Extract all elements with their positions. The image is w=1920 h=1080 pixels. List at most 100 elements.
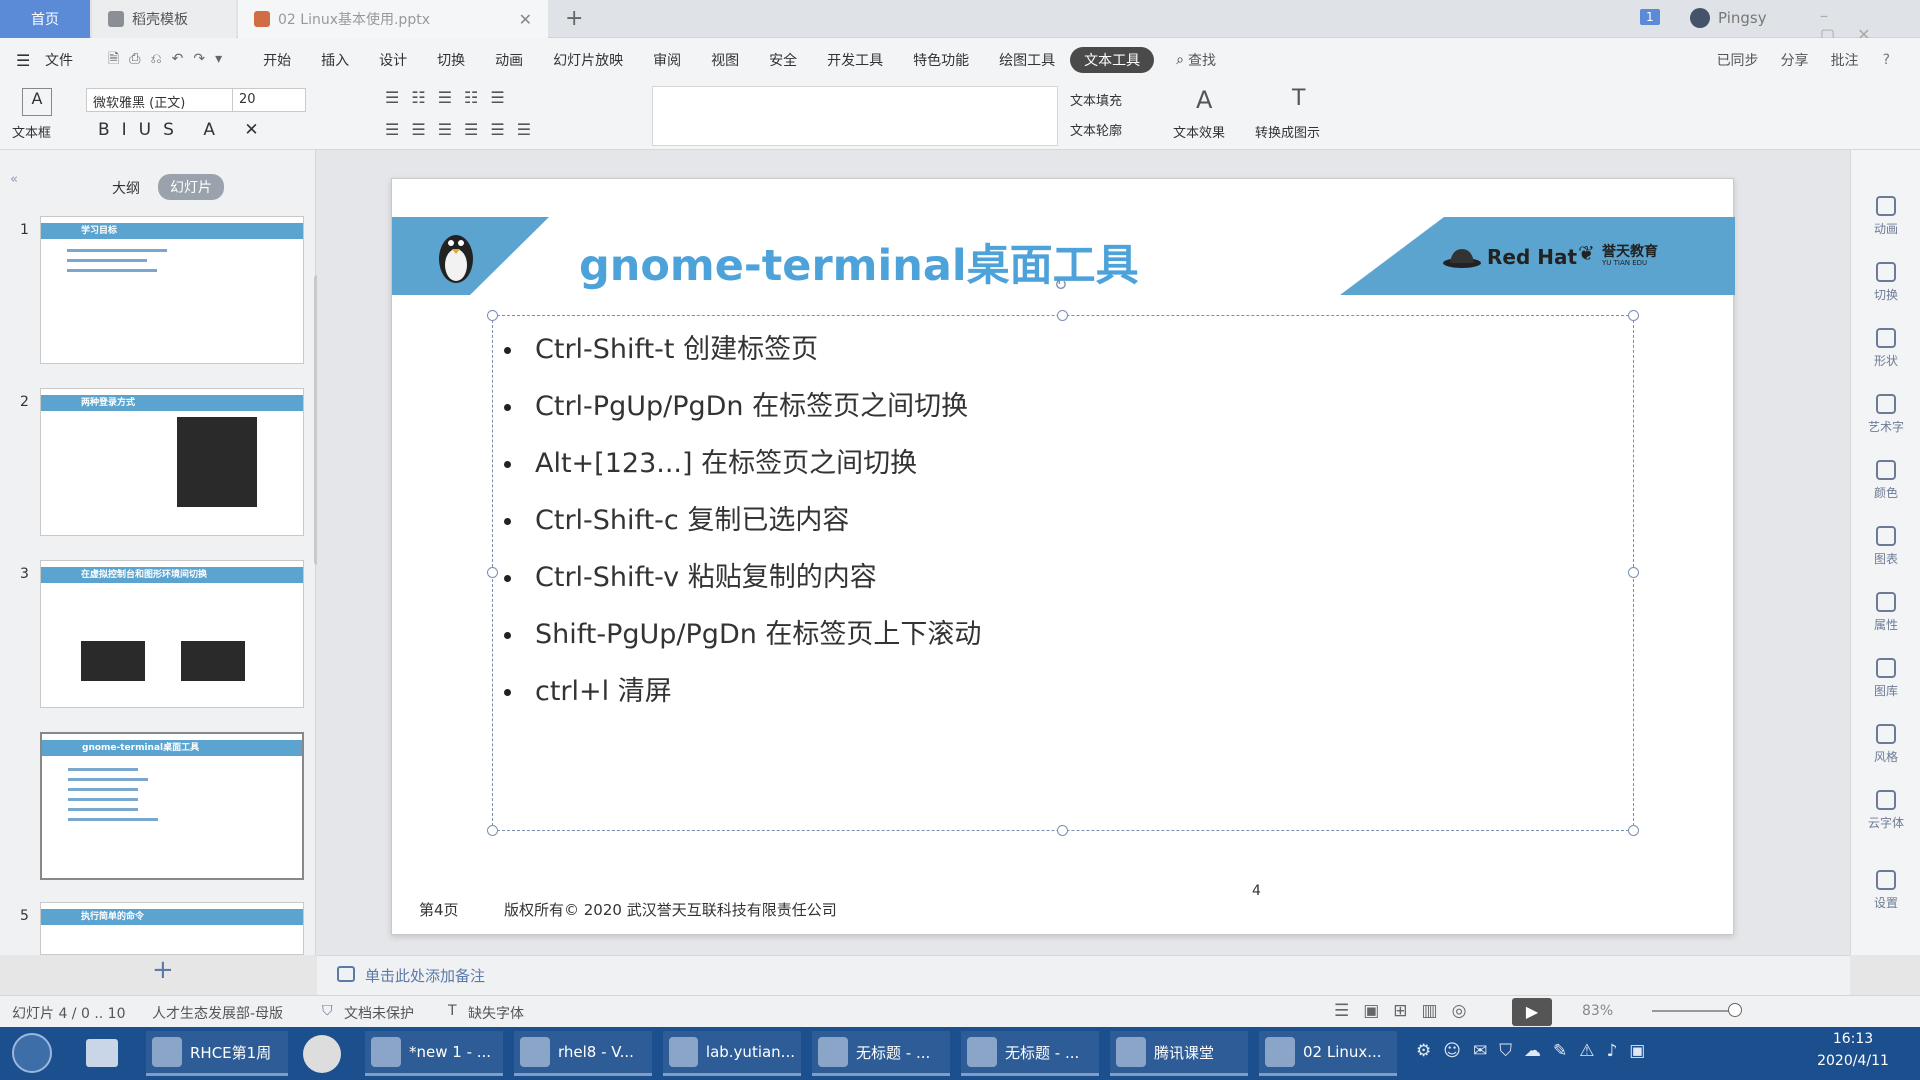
start-button[interactable] [12,1033,52,1073]
rotate-handle-icon[interactable]: ↻ [1054,275,1067,294]
taskbar-app[interactable]: rhel8 - V... [514,1031,652,1076]
text-effect-button[interactable]: 文本效果 [1173,122,1225,141]
menu-text-tools[interactable]: 文本工具 [1070,47,1155,73]
desktop-icon[interactable] [86,1039,118,1067]
settings-tool[interactable]: 设置 [1851,870,1920,911]
menu-transition[interactable]: 切换 [422,50,480,70]
paragraph-buttons[interactable]: ☰☷☰☷☰ [385,88,517,107]
window-count-badge[interactable]: 1 [1640,9,1660,25]
slide-thumbnail-2[interactable]: 两种登录方式 [40,388,304,536]
menu-home[interactable]: 开始 [248,50,306,70]
menu-insert[interactable]: 插入 [306,50,364,70]
taskbar-app[interactable]: lab.yutian... [663,1031,801,1076]
text-fill-button[interactable]: 文本填充 [1070,90,1122,109]
bullet-item[interactable]: Shift-PgUp/PgDn 在标签页上下滚动 [504,612,981,651]
font-name-select[interactable]: 微软雅黑 (正文) [86,88,236,112]
resize-handle[interactable] [1628,310,1639,321]
collapse-panel-icon[interactable]: « [10,172,18,187]
bullet-item[interactable]: Ctrl-Shift-c 复制已选内容 [504,498,849,537]
resize-handle[interactable] [487,310,498,321]
property-tool[interactable]: 属性 [1851,592,1920,633]
zoom-slider[interactable] [1652,1010,1736,1012]
app-s-icon[interactable] [303,1035,341,1073]
transition-tool[interactable]: 切换 [1851,262,1920,303]
convert-smartart-button[interactable]: 转换成图示 [1255,122,1320,141]
resize-handle[interactable] [1628,825,1639,836]
help-icon[interactable]: ? [1883,52,1890,68]
textbox-button[interactable]: 文本框 [12,122,51,141]
menu-review[interactable]: 审阅 [638,50,696,70]
protect-status[interactable]: 文档未保护 [344,1003,414,1023]
system-tray-icons[interactable]: ⚙☺✉⛉☁✎⚠♪▣ [1416,1041,1657,1061]
taskbar-app[interactable]: 无标题 - ... [812,1031,950,1076]
taskbar-app[interactable]: 无标题 - ... [961,1031,1099,1076]
zoom-level[interactable]: 83% [1582,1003,1613,1019]
cloud-font-tool[interactable]: 云字体 [1851,790,1920,831]
wordart-tool[interactable]: 艺术字 [1851,394,1920,435]
menu-developer[interactable]: 开发工具 [812,50,898,70]
bullet-item[interactable]: Ctrl-Shift-t 创建标签页 [504,327,818,366]
quick-access-icons[interactable]: 🗎⎙⎌↶↷▾ [108,48,232,72]
bullet-item[interactable]: ctrl+l 清屏 [504,669,672,708]
theme-name[interactable]: 人才生态发展部-母版 [152,1003,283,1023]
add-slide-icon[interactable]: + [152,955,174,985]
close-icon[interactable]: ✕ [519,10,532,29]
resize-handle[interactable] [1057,825,1068,836]
user-name[interactable]: Pingsy [1718,9,1767,27]
hamburger-icon[interactable]: ☰ [16,51,30,70]
menu-design[interactable]: 设计 [364,50,422,70]
style-tool[interactable]: 风格 [1851,724,1920,765]
avatar[interactable] [1690,8,1710,28]
sync-status[interactable]: 已同步 [1717,50,1759,70]
menu-animation[interactable]: 动画 [480,50,538,70]
resize-handle[interactable] [487,567,498,578]
play-icon[interactable]: ▶ [1512,998,1552,1026]
textbox-icon[interactable]: A [22,88,52,116]
taskbar-app[interactable]: 腾讯课堂 [1110,1031,1248,1076]
zoom-slider-knob[interactable] [1728,1003,1742,1017]
menu-security[interactable]: 安全 [754,50,812,70]
view-mode-icons[interactable]: ☰▣⊞▥◎ [1334,1001,1480,1021]
taskbar-app[interactable]: 02 Linux... [1259,1031,1397,1076]
taskbar-app[interactable]: *new 1 - ... [365,1031,503,1076]
align-buttons[interactable]: ☰☰☰☰☰☰ [385,120,543,139]
clock-time[interactable]: 16:13 [1818,1031,1888,1047]
share-button[interactable]: 分享 [1781,50,1809,70]
tab-home[interactable]: 首页 [0,0,90,38]
tab-template[interactable]: 稻壳模板 [92,0,236,38]
resize-handle[interactable] [1628,567,1639,578]
text-outline-button[interactable]: 文本轮廓 [1070,120,1122,139]
tab-slides[interactable]: 幻灯片 [158,174,224,200]
gallery-tool[interactable]: 图库 [1851,658,1920,699]
slide-thumbnail-1[interactable]: 学习目标 [40,216,304,364]
animation-tool[interactable]: 动画 [1851,196,1920,237]
comment-button[interactable]: 批注 [1831,50,1859,70]
slide-thumbnail-4-selected[interactable]: gnome-terminal桌面工具 [40,732,304,880]
search-icon[interactable]: ⌕ [1176,52,1184,68]
search-label[interactable]: 查找 [1188,50,1216,70]
menu-special[interactable]: 特色功能 [898,50,984,70]
bullet-item[interactable]: Alt+[123...] 在标签页之间切换 [504,441,917,480]
menu-view[interactable]: 视图 [696,50,754,70]
menu-drawing-tools[interactable]: 绘图工具 [984,50,1070,70]
menu-slideshow[interactable]: 幻灯片放映 [538,50,638,70]
resize-handle[interactable] [1057,310,1068,321]
chart-tool[interactable]: 图表 [1851,526,1920,567]
menu-file[interactable]: 文件 [30,50,88,70]
bullet-item[interactable]: Ctrl-PgUp/PgDn 在标签页之间切换 [504,384,968,423]
font-size-select[interactable]: 20 [232,88,306,112]
bullet-item[interactable]: Ctrl-Shift-v 粘贴复制的内容 [504,555,877,594]
wordart-gallery[interactable] [652,86,1058,146]
resize-handle[interactable] [487,825,498,836]
slide-thumbnail-3[interactable]: 在虚拟控制台和图形环境间切换 [40,560,304,708]
tab-document[interactable]: 02 Linux基本使用.pptx ✕ [238,0,548,38]
missing-font-status[interactable]: 缺失字体 [468,1003,524,1023]
tab-outline[interactable]: 大纲 [112,178,140,198]
slide-thumbnail-5[interactable]: 执行简单的命令 [40,902,304,955]
shape-tool[interactable]: 形状 [1851,328,1920,369]
new-tab-icon[interactable]: + [565,6,583,31]
color-tool[interactable]: 颜色 [1851,460,1920,501]
format-buttons[interactable]: BIUS A ✕ [98,120,271,140]
clock-date[interactable]: 2020/4/11 [1810,1053,1896,1069]
taskbar-app[interactable]: RHCE第1周 [146,1031,288,1076]
